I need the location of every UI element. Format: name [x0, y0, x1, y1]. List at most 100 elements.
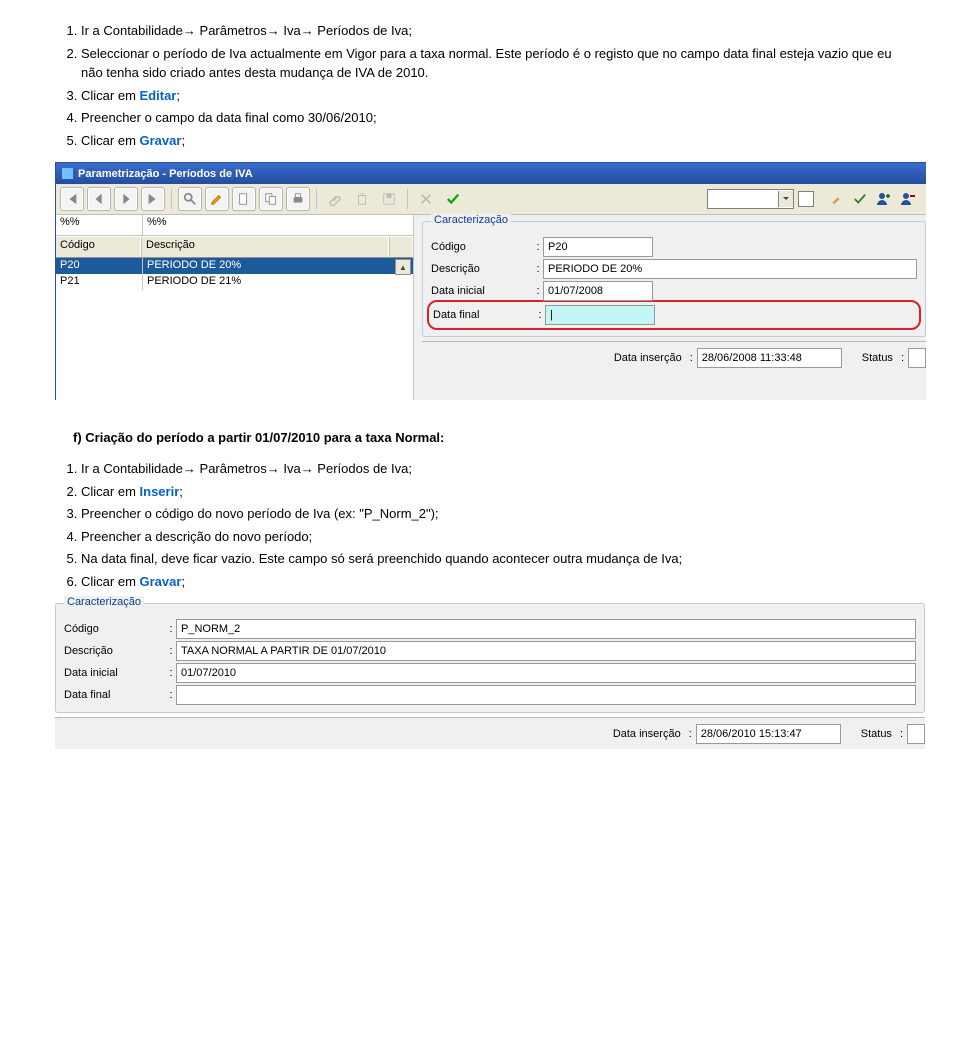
colon: : — [535, 309, 545, 321]
txt: ; — [176, 88, 180, 103]
label-data-insercao: Data inserção — [597, 352, 686, 364]
arrow-icon: → — [301, 23, 314, 38]
nav-prev-button[interactable] — [87, 187, 111, 211]
action-editar: Editar — [140, 88, 177, 103]
instr-4: Preencher o campo da data final como 30/… — [81, 108, 905, 128]
grid-body: P20 PERIODO DE 20% ▲ P21 PERIODO DE 21% — [56, 258, 413, 400]
label-descricao: Descrição — [64, 645, 166, 657]
nav-first-button[interactable] — [60, 187, 84, 211]
window-titlebar: Parametrização - Períodos de IVA — [56, 163, 926, 184]
input-data-inicial[interactable]: 01/07/2008 — [543, 281, 653, 301]
instr-5: Clicar em Gravar; — [81, 131, 905, 151]
instr-2: Seleccionar o período de Iva actualmente… — [81, 44, 905, 83]
window-icon — [62, 168, 73, 179]
right-pane: Caracterização Código : P20 Descrição : … — [414, 215, 926, 400]
txt: Ir a Contabilidade — [81, 23, 183, 38]
txt: Na data final, deve ficar vazio. Este ca… — [81, 551, 682, 566]
user-remove-icon[interactable] — [898, 189, 918, 209]
search-button[interactable] — [178, 187, 202, 211]
action-inserir: Inserir — [140, 484, 180, 499]
combo-dropdown[interactable] — [707, 189, 794, 209]
checkbox[interactable] — [798, 191, 814, 207]
section-title: f) Criação do período a partir 01/07/201… — [73, 430, 444, 445]
colon: : — [533, 263, 543, 275]
input-codigo[interactable]: P20 — [543, 237, 653, 257]
copy-button[interactable] — [259, 187, 283, 211]
filter-descricao[interactable]: %% — [143, 215, 413, 235]
table-row[interactable]: P20 PERIODO DE 20% ▲ — [56, 258, 413, 274]
approve-icon[interactable] — [850, 189, 870, 209]
instr-b4: Preencher a descrição do novo período; — [81, 527, 905, 547]
colon: : — [685, 728, 696, 740]
colon: : — [533, 241, 543, 253]
form-row-codigo: Código : P20 — [431, 236, 917, 258]
input-data-final[interactable]: | — [545, 305, 655, 325]
window-body: %% %% Código Descrição P20 PERIODO DE 20… — [56, 215, 926, 400]
new-button[interactable] — [232, 187, 256, 211]
section-f-title: f) Criação do período a partir 01/07/201… — [73, 430, 905, 445]
legend: Caracterização — [64, 596, 144, 608]
window-title: Parametrização - Períodos de IVA — [78, 168, 253, 180]
input-descricao[interactable]: PERIODO DE 20% — [543, 259, 917, 279]
chevron-down-icon — [778, 191, 793, 207]
label-status: Status — [862, 352, 893, 364]
user-add-icon[interactable] — [874, 189, 894, 209]
colon: : — [166, 667, 176, 679]
form-row-data-final: Data final : — [64, 684, 916, 706]
toolbar — [56, 184, 926, 215]
txt: Preencher o código do novo período de Iv… — [81, 506, 439, 521]
colon: : — [166, 689, 176, 701]
instr-b3: Preencher o código do novo período de Iv… — [81, 504, 905, 524]
txt: ; — [179, 484, 183, 499]
fieldset-caracterizacao: Caracterização Código : P20 Descrição : … — [422, 221, 926, 337]
cell-descricao: PERIODO DE 20% — [143, 258, 391, 274]
form-row-data-inicial: Data inicial : 01/07/2010 — [64, 662, 916, 684]
txt: Clicar em — [81, 88, 140, 103]
form-row-data-final: Data final : | — [429, 304, 919, 326]
label-data-insercao: Data inserção — [596, 728, 685, 740]
arrow-icon: → — [267, 461, 280, 476]
fieldset-caracterizacao-2: Caracterização Código : P_NORM_2 Descriç… — [55, 603, 925, 713]
highlight-ellipse: Data final : | — [427, 300, 921, 330]
form-footer-2: Data inserção : 28/06/2010 15:13:47 Stat… — [55, 717, 925, 749]
save-button[interactable] — [377, 187, 401, 211]
txt: Iva — [280, 461, 301, 476]
instr-b1: Ir a Contabilidade→ Parâmetros→ Iva→ Per… — [81, 459, 905, 479]
value-data-insercao: 28/06/2010 15:13:47 — [696, 724, 841, 744]
app-window-caracterizacao-2: Caracterização Código : P_NORM_2 Descriç… — [55, 603, 925, 749]
action-gravar: Gravar — [140, 133, 182, 148]
txt: Parâmetros — [196, 23, 267, 38]
filter-codigo[interactable]: %% — [56, 215, 143, 235]
form-footer: Data inserção : 28/06/2008 11:33:48 Stat… — [422, 341, 926, 373]
col-codigo[interactable]: Código — [56, 237, 141, 257]
print-button[interactable] — [286, 187, 310, 211]
txt: Seleccionar o período de Iva actualmente… — [81, 46, 892, 81]
colon: : — [533, 285, 543, 297]
txt: Preencher o campo da data final como 30/… — [81, 110, 377, 125]
brush-icon[interactable] — [826, 189, 846, 209]
nav-next-button[interactable] — [114, 187, 138, 211]
col-descricao[interactable]: Descrição — [141, 237, 389, 257]
cancel-button[interactable] — [414, 187, 438, 211]
instr-b2: Clicar em Inserir; — [81, 482, 905, 502]
txt: Parâmetros — [196, 461, 267, 476]
attach-button[interactable] — [323, 187, 347, 211]
input-codigo[interactable]: P_NORM_2 — [176, 619, 916, 639]
table-row[interactable]: P21 PERIODO DE 21% — [56, 274, 413, 290]
delete-button[interactable] — [350, 187, 374, 211]
label-codigo: Código — [64, 623, 166, 635]
form-row-codigo: Código : P_NORM_2 — [64, 618, 916, 640]
input-data-final[interactable] — [176, 685, 916, 705]
txt: ; — [181, 574, 185, 589]
confirm-button[interactable] — [441, 187, 465, 211]
label-data-final: Data final — [64, 689, 166, 701]
label-data-inicial: Data inicial — [431, 285, 533, 297]
cell-codigo: P21 — [56, 274, 143, 290]
input-data-inicial[interactable]: 01/07/2010 — [176, 663, 916, 683]
scroll-up-icon[interactable]: ▲ — [395, 259, 411, 275]
left-pane: %% %% Código Descrição P20 PERIODO DE 20… — [56, 215, 414, 400]
input-descricao[interactable]: TAXA NORMAL A PARTIR DE 01/07/2010 — [176, 641, 916, 661]
nav-last-button[interactable] — [141, 187, 165, 211]
instructions-bottom: Ir a Contabilidade→ Parâmetros→ Iva→ Per… — [55, 459, 905, 591]
edit-button[interactable] — [205, 187, 229, 211]
